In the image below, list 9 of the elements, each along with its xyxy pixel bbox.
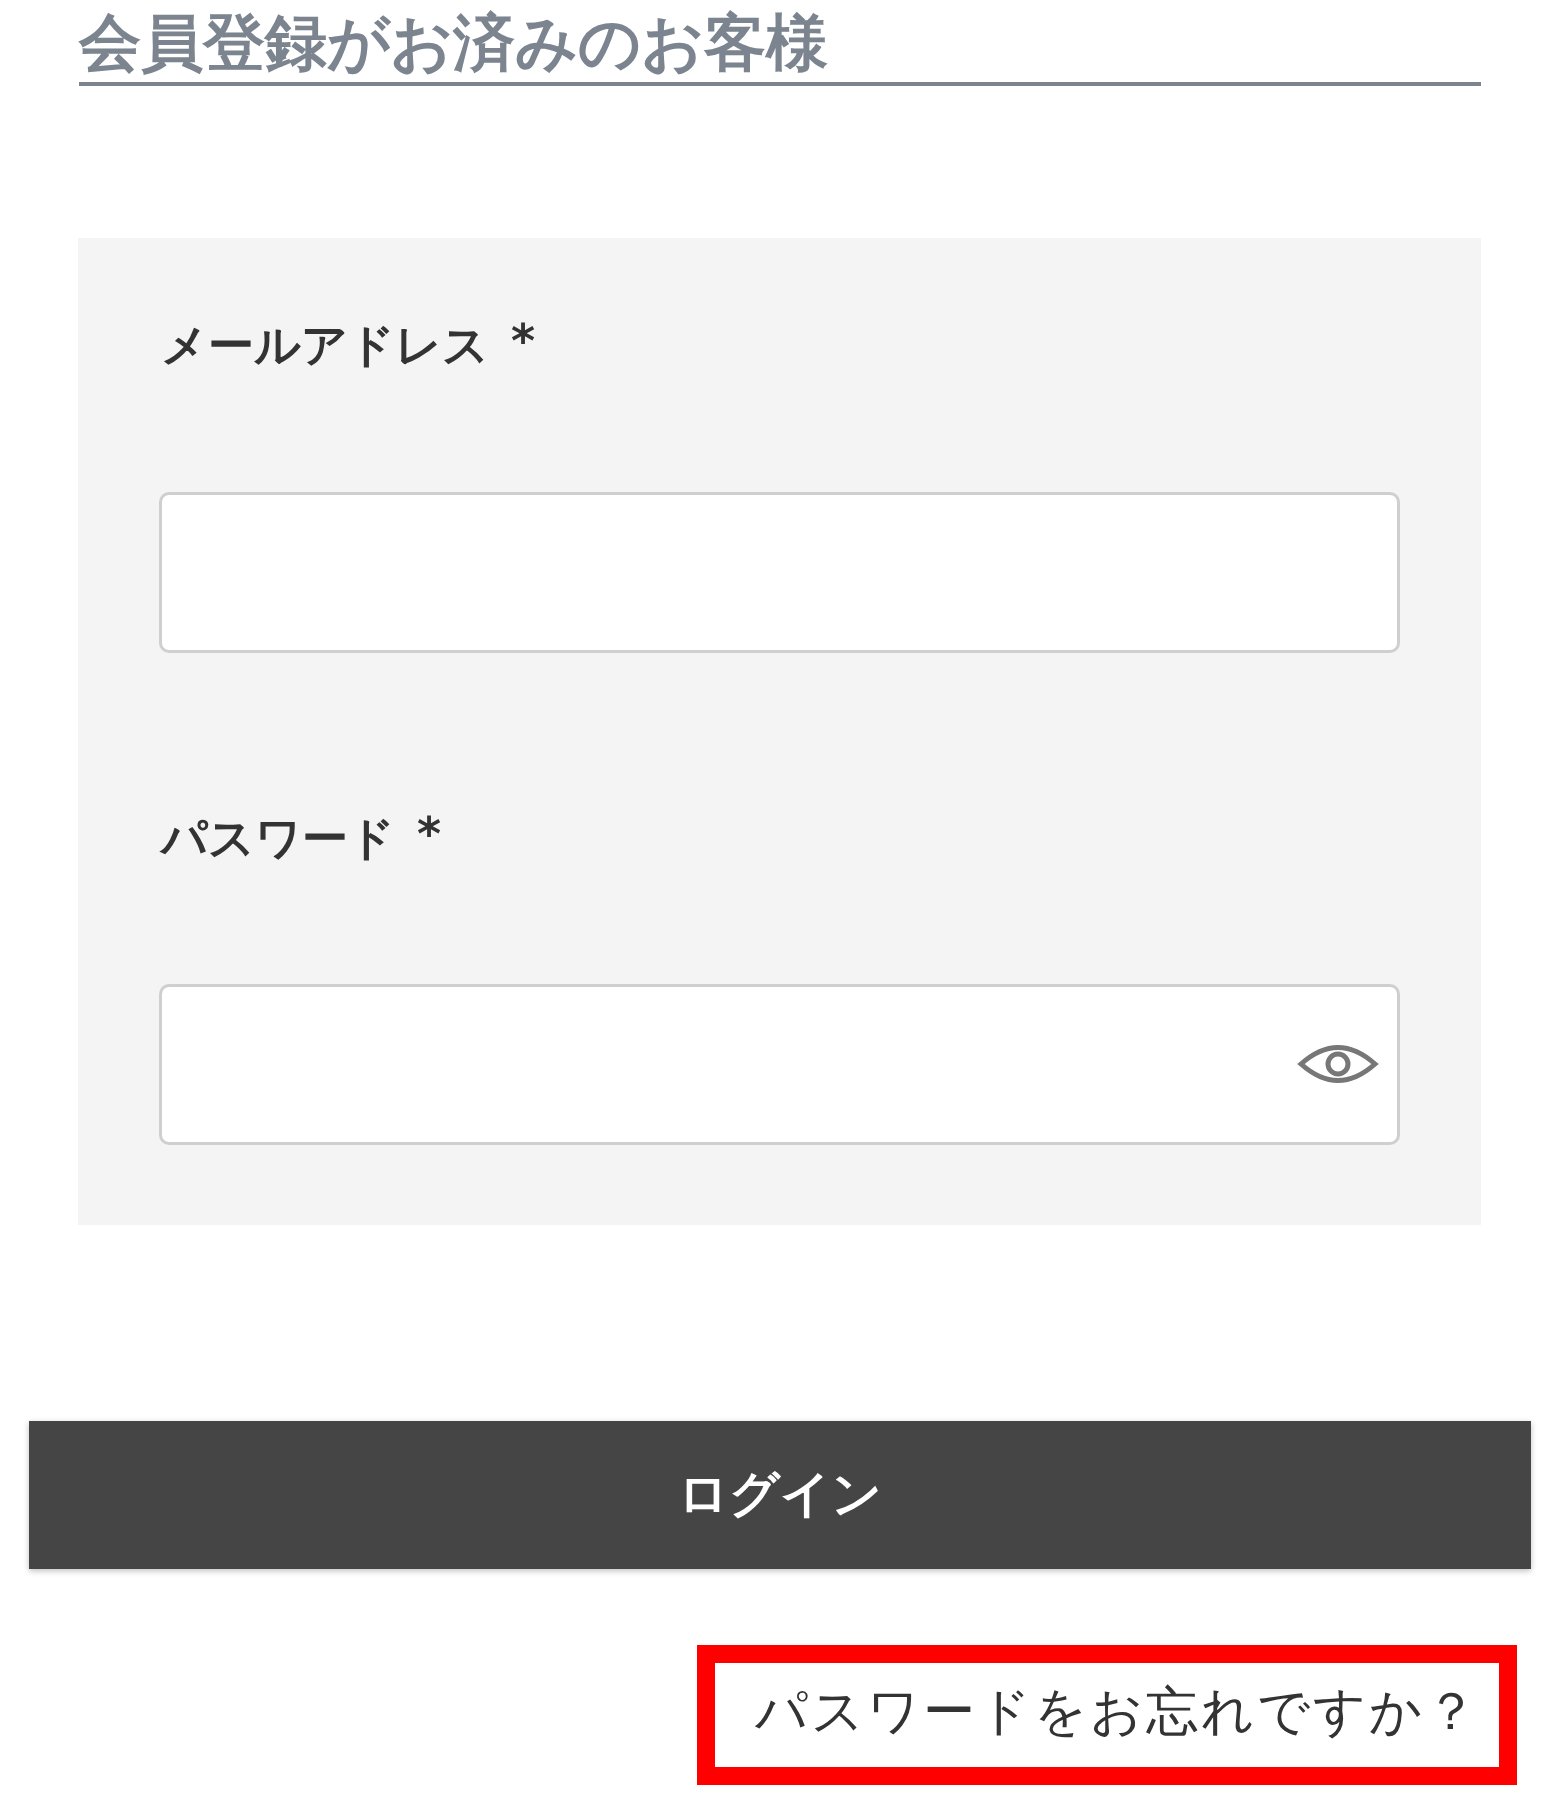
forgot-password-link[interactable]: パスワードをお忘れですか？ <box>697 1644 1517 1785</box>
section-heading: 会員登録がお済みのお客様 <box>79 0 1481 87</box>
field-label: パスワード <box>161 810 395 866</box>
password-field[interactable] <box>159 983 1400 1145</box>
required-mark: * <box>417 810 442 857</box>
field-label: メールアドレス <box>161 318 489 374</box>
required-mark: * <box>511 318 536 365</box>
login-button[interactable]: ログイン <box>29 1420 1531 1569</box>
email-field[interactable] <box>159 491 1400 653</box>
